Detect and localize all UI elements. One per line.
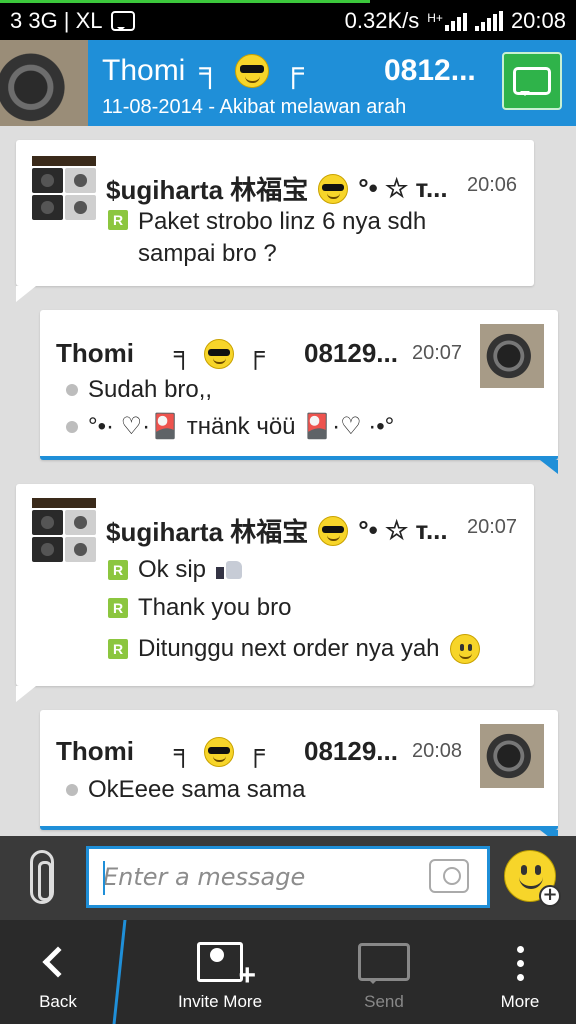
message-time: 20:07 — [412, 342, 463, 364]
read-receipt-icon: R — [108, 598, 128, 618]
compose-bar: + — [0, 836, 576, 920]
add-contact-icon — [197, 942, 256, 993]
status-bar: 3 3G | XL 0.32K/s H+ 20:08 — [0, 0, 576, 40]
text-caret — [103, 861, 105, 895]
message-input[interactable] — [103, 861, 413, 893]
timed-message-icon[interactable] — [429, 859, 469, 893]
message-line: R Thank you bro — [108, 594, 291, 622]
message-card[interactable]: Thomi ╕ ╒ 08129... 20:07 Sudah bro,, °•·… — [40, 310, 558, 474]
phone-bubble-icon — [513, 67, 551, 96]
sender-name: $ugiharta 林福宝 °• ☆ т... — [106, 515, 448, 547]
sender-avatar[interactable] — [480, 724, 544, 788]
message-input-box[interactable] — [86, 846, 490, 908]
contact-name[interactable]: Thomi ╕ ╒ — [102, 54, 304, 88]
invite-more-button[interactable]: Invite More — [150, 920, 290, 1024]
overflow-menu-icon — [516, 945, 524, 981]
signal-bars-icon — [474, 11, 503, 31]
bbm-notification-icon — [110, 11, 135, 31]
contact-status-message: 11-08-2014 - Akibat melawan arah — [102, 96, 407, 118]
sender-name: $ugiharta 林福宝 °• ☆ т... — [106, 173, 448, 205]
name-left-mark: ╕ — [199, 54, 221, 87]
more-button[interactable]: More — [470, 920, 570, 1024]
read-receipt-icon: R — [108, 560, 128, 580]
status-dot-icon — [66, 420, 78, 433]
network-speed: 0.32K/s — [344, 8, 420, 33]
sender-phone: 08129... — [304, 338, 398, 368]
paperclip-icon[interactable] — [30, 850, 54, 904]
sender-name: Thomi ╕ ╒ — [56, 736, 265, 767]
sender-name: Thomi ╕ ╒ — [56, 338, 265, 369]
chat-header: Thomi ╕ ╒ 0812... 11-08-2014 - Akibat me… — [0, 40, 576, 126]
thumbs-up-icon — [216, 559, 244, 581]
contact-phone: 0812... — [384, 54, 476, 87]
message-time: 20:06 — [467, 174, 518, 196]
message-time: 20:07 — [467, 516, 518, 538]
carrier-label: 3 3G | XL — [10, 8, 103, 33]
bbm-send-icon — [358, 943, 410, 984]
message-line: R Ok sip — [108, 556, 244, 584]
status-dot-icon — [66, 384, 78, 396]
hplus-signal-icon: H+ — [427, 11, 467, 31]
smiley-icon — [449, 634, 480, 664]
sender-avatar[interactable] — [32, 156, 96, 220]
message-line: R Paket strobo linz 6 nya sdh sampai bro… — [108, 206, 488, 270]
clock: 20:08 — [510, 8, 566, 33]
message-time: 20:08 — [412, 740, 463, 762]
back-chevron-icon — [42, 946, 74, 978]
emoticon-picker-icon[interactable]: + — [504, 850, 561, 907]
sender-avatar[interactable] — [480, 324, 544, 388]
read-receipt-icon: R — [108, 210, 128, 230]
status-dot-icon — [66, 784, 78, 796]
sunglasses-smiley-icon — [234, 54, 269, 88]
message-card[interactable]: $ugiharta 林福宝 °• ☆ т... 20:07 R Ok sip R… — [16, 484, 534, 702]
sender-avatar[interactable] — [32, 498, 96, 562]
message-card[interactable]: $ugiharta 林福宝 °• ☆ т... 20:06 R Paket st… — [16, 140, 534, 302]
message-card[interactable]: Thomi ╕ ╒ 08129... 20:08 OkEeee sama sam… — [40, 710, 558, 844]
name-right-mark: ╒ — [282, 54, 304, 87]
message-line: OkEeee sama sama — [66, 776, 305, 804]
download-progress-line — [0, 0, 370, 3]
message-line: Sudah bro,, — [66, 376, 212, 404]
send-button[interactable]: Send — [324, 920, 444, 1024]
message-line: R Ditunggu next order nya yah — [108, 634, 480, 664]
call-button[interactable] — [502, 52, 562, 110]
message-line: °•· ♡·🎴 тнänk чöü 🎴·♡ ·•° — [66, 412, 394, 441]
sunglasses-smiley-icon — [318, 173, 349, 204]
sender-phone: 08129... — [304, 736, 398, 766]
sunglasses-smiley-icon — [204, 736, 235, 767]
sunglasses-smiley-icon — [204, 338, 235, 369]
back-button[interactable]: Back — [0, 920, 116, 1024]
sunglasses-smiley-icon — [318, 515, 349, 546]
read-receipt-icon: R — [108, 639, 128, 659]
action-bar: Back Invite More Send More — [0, 920, 576, 1024]
contact-avatar[interactable] — [0, 40, 88, 126]
